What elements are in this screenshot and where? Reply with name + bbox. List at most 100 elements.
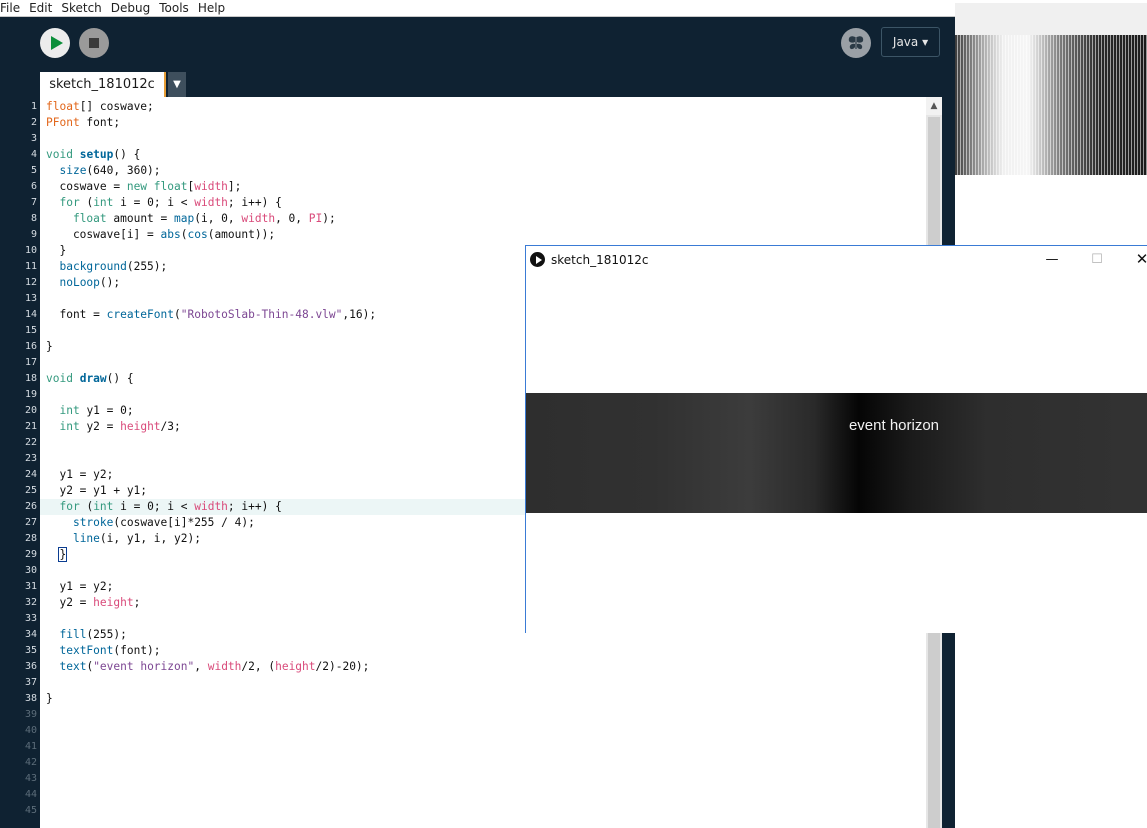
- background-sketch-render: [955, 35, 1147, 175]
- code-line[interactable]: textFont(font);: [46, 643, 160, 659]
- code-line[interactable]: y1 = y2;: [46, 467, 113, 483]
- code-line[interactable]: }: [46, 339, 53, 355]
- code-line[interactable]: background(255);: [46, 259, 167, 275]
- menu-sketch[interactable]: Sketch: [61, 1, 101, 15]
- code-line[interactable]: PFont font;: [46, 115, 120, 131]
- code-line[interactable]: float[] coswave;: [46, 99, 154, 115]
- code-line[interactable]: coswave[i] = abs(cos(amount));: [46, 227, 275, 243]
- line-number: 31: [24, 581, 37, 592]
- code-line[interactable]: y2 = y1 + y1;: [46, 483, 147, 499]
- sketch-window-titlebar[interactable]: sketch_181012c — ☐ ✕: [526, 246, 1147, 273]
- menu-help[interactable]: Help: [198, 1, 225, 15]
- line-number: 33: [24, 613, 37, 624]
- code-line[interactable]: void setup() {: [46, 147, 140, 163]
- line-number-gutter: 1 2 3 4 5 6 7 8 9 10 11 12 13 14 15 16 17 18 19 20 21 22 23 24 2…: [0, 97, 40, 828]
- line-number: 34: [24, 629, 37, 640]
- code-line[interactable]: fill(255);: [46, 627, 126, 643]
- line-number: 4: [30, 149, 37, 160]
- line-number: 15: [24, 325, 37, 336]
- line-number: 8: [30, 213, 37, 224]
- line-number: 12: [24, 277, 37, 288]
- menu-debug[interactable]: Debug: [111, 1, 150, 15]
- line-number: 23: [24, 453, 37, 464]
- line-number: 13: [24, 293, 37, 304]
- butterfly-icon: [848, 36, 864, 50]
- line-number: 1: [30, 101, 37, 112]
- code-line[interactable]: int y1 = 0;: [46, 403, 133, 419]
- line-number: 5: [30, 165, 37, 176]
- stop-icon: [89, 38, 99, 48]
- play-icon: [50, 36, 63, 50]
- scroll-up-icon[interactable]: ▲: [926, 97, 942, 115]
- code-line[interactable]: }: [46, 691, 53, 707]
- menu-file[interactable]: File: [0, 1, 20, 15]
- line-number: 32: [24, 597, 37, 608]
- code-line[interactable]: for (int i = 0; i < width; i++) {: [46, 195, 281, 211]
- line-number: 6: [30, 181, 37, 192]
- code-line[interactable]: int y2 = height/3;: [46, 419, 180, 435]
- line-number: 39: [24, 709, 37, 720]
- code-line[interactable]: text("event horizon", width/2, (height/2…: [46, 659, 369, 675]
- line-number: 11: [24, 261, 37, 272]
- line-number: 40: [24, 725, 37, 736]
- debug-button[interactable]: [841, 28, 871, 58]
- sketch-canvas[interactable]: event horizon: [526, 273, 1147, 633]
- line-number: 7: [30, 197, 37, 208]
- code-line[interactable]: line(i, y1, i, y2);: [46, 531, 201, 547]
- maximize-icon[interactable]: ☐: [1087, 250, 1107, 268]
- menu-edit[interactable]: Edit: [29, 1, 52, 15]
- menu-tools[interactable]: Tools: [159, 1, 189, 15]
- line-number: 36: [24, 661, 37, 672]
- line-number: 24: [24, 469, 37, 480]
- line-number: 27: [24, 517, 37, 528]
- tab-bar: sketch_181012c ▼: [0, 72, 955, 97]
- close-icon[interactable]: ✕: [1132, 250, 1147, 268]
- line-number: 16: [24, 341, 37, 352]
- stop-button[interactable]: [79, 28, 109, 58]
- line-number: 45: [24, 805, 37, 816]
- menu-bar: File Edit Sketch Debug Tools Help: [0, 0, 955, 17]
- line-number: 28: [24, 533, 37, 544]
- line-number: 10: [24, 245, 37, 256]
- code-line[interactable]: coswave = new float[width];: [46, 179, 241, 195]
- line-number: 44: [24, 789, 37, 800]
- line-number: 35: [24, 645, 37, 656]
- tab-menu-button[interactable]: ▼: [168, 72, 186, 97]
- code-line[interactable]: noLoop();: [46, 275, 120, 291]
- line-number: 21: [24, 421, 37, 432]
- code-line[interactable]: float amount = map(i, 0, width, 0, PI);: [46, 211, 336, 227]
- code-line[interactable]: void draw() {: [46, 371, 134, 387]
- code-line[interactable]: y1 = y2;: [46, 579, 113, 595]
- toolbar: Java ▾: [0, 17, 955, 72]
- line-number: 41: [24, 741, 37, 752]
- line-number: 37: [24, 677, 37, 688]
- line-number: 3: [30, 133, 37, 144]
- minimize-icon[interactable]: —: [1042, 250, 1062, 268]
- tab-sketch[interactable]: sketch_181012c: [40, 72, 166, 97]
- line-number: 17: [24, 357, 37, 368]
- sketch-window[interactable]: sketch_181012c — ☐ ✕ event horizon: [525, 245, 1147, 633]
- line-number: 19: [24, 389, 37, 400]
- cosine-gradient-band: [526, 393, 1147, 513]
- code-line[interactable]: font = createFont("RobotoSlab-Thin-48.vl…: [46, 307, 376, 323]
- background-window-band: [955, 3, 1147, 35]
- line-number: 20: [24, 405, 37, 416]
- mode-selector[interactable]: Java ▾: [881, 27, 940, 57]
- line-number: 26: [24, 501, 37, 512]
- line-number: 14: [24, 309, 37, 320]
- processing-run-icon: [530, 252, 545, 267]
- run-button[interactable]: [40, 28, 70, 58]
- code-line[interactable]: stroke(coswave[i]*255 / 4);: [46, 515, 255, 531]
- sketch-window-title: sketch_181012c: [551, 252, 649, 267]
- line-number: 43: [24, 773, 37, 784]
- code-line[interactable]: for (int i = 0; i < width; i++) {: [46, 499, 281, 515]
- code-line[interactable]: y2 = height;: [46, 595, 140, 611]
- line-number: 38: [24, 693, 37, 704]
- line-number: 22: [24, 437, 37, 448]
- code-line[interactable]: }: [46, 547, 68, 563]
- code-line[interactable]: size(640, 360);: [46, 163, 160, 179]
- line-number: 25: [24, 485, 37, 496]
- code-line[interactable]: }: [46, 243, 66, 259]
- line-number: 30: [24, 565, 37, 576]
- line-number: 2: [30, 117, 37, 128]
